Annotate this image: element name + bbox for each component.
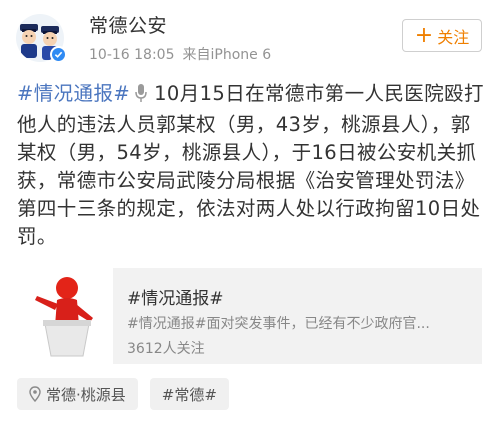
follow-label: 关注 xyxy=(437,27,470,47)
topic-card[interactable]: #情况通报# #情况通报#面对突发事件，已经有不少政府官... 3612人关注 xyxy=(17,268,482,364)
username[interactable]: 常德公安 xyxy=(89,11,167,38)
location-tag[interactable]: 常德·桃源县 xyxy=(17,378,138,410)
location-label: 常德·桃源县 xyxy=(46,385,126,404)
card-follower-count: 3612人关注 xyxy=(127,341,205,357)
post-meta: 10-16 18:05 来自iPhone 6 xyxy=(89,44,279,64)
post-header: 常德公安 10-16 18:05 来自iPhone 6 + 关注 xyxy=(0,0,500,72)
post-body: #情况通报# 10月15日在常德市第一人民医院殴打他人的违法人员郭某权（男，43岁… xyxy=(17,80,487,251)
verified-badge-icon xyxy=(50,46,67,63)
post-source: 来自iPhone 6 xyxy=(182,47,272,63)
location-pin-icon xyxy=(29,386,41,402)
post-time: 10-16 18:05 xyxy=(89,47,175,63)
topic-tag[interactable]: #常德# xyxy=(149,378,229,410)
hashtag-link[interactable]: #情况通报# xyxy=(17,82,130,105)
speaker-at-podium-image-icon xyxy=(35,277,93,357)
plus-icon: + xyxy=(414,22,434,48)
card-description: #情况通报#面对突发事件，已经有不少政府官... xyxy=(127,316,430,332)
post-text: 10月15日在常德市第一人民医院殴打他人的违法人员郭某权（男，43岁，桃源县人）… xyxy=(17,82,484,248)
tag-row: 常德·桃源县 #常德# xyxy=(17,378,229,410)
topic-label: #常德# xyxy=(161,385,217,404)
card-title: #情况通报# xyxy=(127,289,224,309)
follow-button[interactable]: + 关注 xyxy=(402,19,482,52)
card-thumbnail xyxy=(17,268,113,364)
microphone-icon xyxy=(134,83,148,111)
